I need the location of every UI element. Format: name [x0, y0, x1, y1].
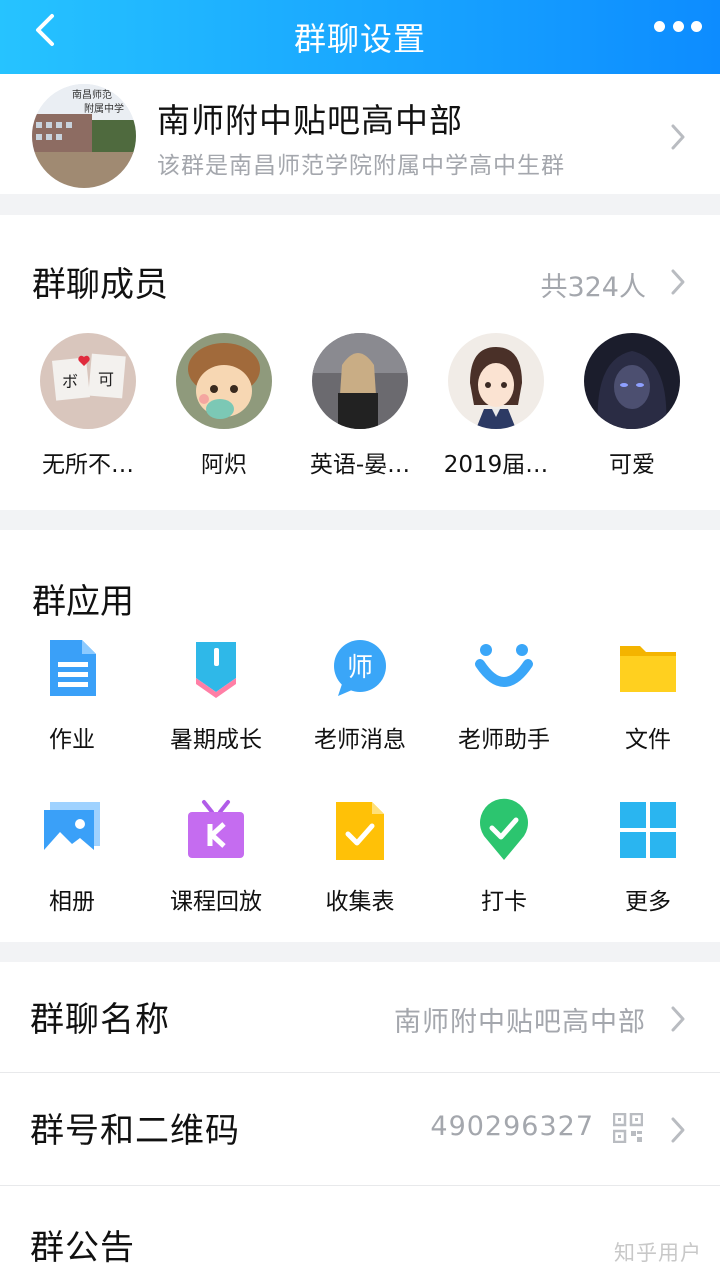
chevron-right-icon — [671, 1117, 685, 1143]
app-album[interactable]: 相册 — [0, 798, 144, 916]
group-notice-row[interactable]: 群公告 — [0, 1186, 720, 1277]
avatar — [448, 333, 544, 429]
svg-text:南昌师范: 南昌师范 — [72, 88, 112, 101]
avatar — [176, 333, 272, 429]
course-replay-icon — [188, 800, 244, 858]
app-summer-growth[interactable]: 暑期成长 — [144, 636, 288, 754]
svg-text:附属中学: 附属中学 — [84, 102, 124, 115]
member-item[interactable]: ボ 可 无所不… — [23, 333, 153, 479]
member-name: 无所不… — [42, 452, 134, 478]
group-name-value: 南师附中贴吧高中部 — [394, 1007, 646, 1038]
form-icon — [336, 802, 384, 860]
app-course-replay[interactable]: 课程回放 — [144, 798, 288, 916]
app-label: 课程回放 — [170, 889, 262, 915]
chevron-right-icon[interactable] — [668, 267, 688, 297]
nav-bar: 群聊设置 — [0, 0, 720, 74]
app-label: 相册 — [49, 889, 95, 915]
app-label: 收集表 — [325, 889, 395, 915]
member-item[interactable]: 2019届… — [431, 333, 561, 479]
member-item[interactable]: 可爱 — [567, 333, 697, 479]
qr-code-icon — [613, 1113, 643, 1143]
group-name-label: 群聊名称 — [30, 1000, 170, 1040]
app-label: 作业 — [49, 727, 95, 753]
homework-icon — [50, 640, 96, 696]
member-name: 可爱 — [609, 452, 655, 478]
members-title: 群聊成员 — [32, 265, 168, 305]
member-item[interactable]: 英语-晏… — [295, 333, 425, 479]
group-id-label: 群号和二维码 — [30, 1111, 240, 1151]
group-apps-card: 群应用 作业 暑期成长 师 老师消息 老师助手 文件 相册 课程回放 收集表 打… — [0, 530, 720, 942]
svg-text:ボ: ボ — [62, 372, 78, 391]
avatar — [584, 333, 680, 429]
member-name: 2019届… — [443, 452, 549, 478]
app-files[interactable]: 文件 — [576, 636, 720, 754]
group-id-value: 490296327 — [430, 1111, 594, 1142]
app-form[interactable]: 收集表 — [288, 798, 432, 916]
watermark: 知乎用户 — [614, 1241, 702, 1265]
group-name-row[interactable]: 群聊名称 南师附中贴吧高中部 — [0, 962, 720, 1072]
group-avatar: 南昌师范 附属中学 — [32, 84, 136, 188]
group-info-card[interactable]: 南昌师范 附属中学 南师附中贴吧高中部 该群是南昌师范学院附属中学高中生群 — [0, 74, 720, 194]
group-notice-label: 群公告 — [30, 1228, 135, 1268]
app-label: 文件 — [625, 727, 671, 753]
app-label: 老师助手 — [458, 727, 550, 753]
folder-icon — [620, 646, 676, 692]
teacher-message-icon: 师 — [334, 640, 386, 696]
member-list: ボ 可 无所不… 阿炽 英语-晏… 2019届… 可爱 — [0, 333, 720, 483]
svg-text:师: 师 — [347, 653, 373, 683]
album-icon — [44, 802, 100, 856]
avatar — [312, 333, 408, 429]
apps-title: 群应用 — [32, 582, 134, 622]
group-description: 该群是南昌师范学院附属中学高中生群 — [157, 153, 565, 179]
member-count[interactable]: 共324人 — [540, 265, 646, 304]
chevron-right-icon — [671, 1006, 685, 1032]
group-name: 南师附中贴吧高中部 — [157, 101, 463, 140]
avatar: ボ 可 — [40, 333, 136, 429]
app-homework[interactable]: 作业 — [0, 636, 144, 754]
member-item[interactable]: 阿炽 — [159, 333, 289, 479]
app-label: 暑期成长 — [170, 727, 262, 753]
svg-text:可: 可 — [98, 370, 114, 389]
app-teacher-message[interactable]: 师 老师消息 — [288, 636, 432, 754]
app-label: 老师消息 — [314, 727, 406, 753]
more-apps-icon — [620, 802, 676, 858]
summer-growth-icon — [196, 642, 236, 698]
app-label: 打卡 — [481, 889, 527, 915]
app-label: 更多 — [625, 889, 671, 915]
back-icon[interactable] — [26, 10, 66, 50]
members-card: 群聊成员 共324人 ボ 可 无所不… 阿炽 英语-晏… 2019届… 可爱 — [0, 215, 720, 510]
app-checkin[interactable]: 打卡 — [432, 798, 576, 916]
app-more[interactable]: 更多 — [576, 798, 720, 916]
chevron-right-icon — [671, 124, 685, 150]
member-name: 阿炽 — [201, 452, 247, 478]
more-options-icon[interactable] — [654, 18, 702, 34]
member-name: 英语-晏… — [309, 452, 411, 478]
teacher-assistant-icon — [475, 644, 533, 687]
app-teacher-assistant[interactable]: 老师助手 — [432, 636, 576, 754]
checkin-icon — [480, 798, 528, 860]
page-title: 群聊设置 — [293, 20, 426, 58]
group-id-row[interactable]: 群号和二维码 490296327 — [0, 1073, 720, 1185]
